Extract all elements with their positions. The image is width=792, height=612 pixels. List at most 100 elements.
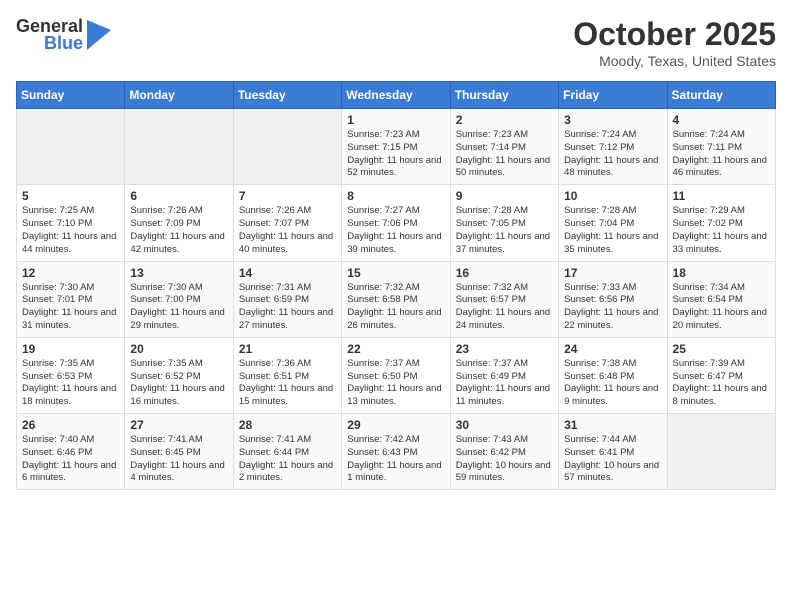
day-number: 3 xyxy=(564,113,661,127)
calendar-cell: 19 Sunrise: 7:35 AM Sunset: 6:53 PM Dayli… xyxy=(17,337,125,413)
calendar-cell: 20 Sunrise: 7:35 AM Sunset: 6:52 PM Dayli… xyxy=(125,337,233,413)
day-number: 26 xyxy=(22,418,119,432)
calendar-cell: 28 Sunrise: 7:41 AM Sunset: 6:44 PM Dayli… xyxy=(233,414,341,490)
day-info: Sunrise: 7:31 AM Sunset: 6:59 PM Dayligh… xyxy=(239,282,336,333)
day-number: 2 xyxy=(456,113,553,127)
calendar-cell: 7Sunrise: 7:26 AM Sunset: 7:07 PM Daylig… xyxy=(233,185,341,261)
calendar-cell: 1 Sunrise: 7:23 AM Sunset: 7:15 PM Daylig… xyxy=(342,109,450,185)
week-row-2: 5 Sunrise: 7:25 AM Sunset: 7:10 PM Daylig… xyxy=(17,185,776,261)
day-info: Sunrise: 7:26 AM Sunset: 7:09 PM Dayligh… xyxy=(130,205,227,256)
day-number: 15 xyxy=(347,266,444,280)
calendar-cell: 22 Sunrise: 7:37 AM Sunset: 6:50 PM Dayli… xyxy=(342,337,450,413)
day-number: 22 xyxy=(347,342,444,356)
day-number: 30 xyxy=(456,418,553,432)
day-info: Sunrise: 7:24 AM Sunset: 7:11 PM Dayligh… xyxy=(673,129,770,180)
day-info: Sunrise: 7:33 AM Sunset: 6:56 PM Dayligh… xyxy=(564,282,661,333)
calendar-cell: 23 Sunrise: 7:37 AM Sunset: 6:49 PM Dayli… xyxy=(450,337,558,413)
calendar-cell: 12 Sunrise: 7:30 AM Sunset: 7:01 PM Dayli… xyxy=(17,261,125,337)
calendar-cell: 14 Sunrise: 7:31 AM Sunset: 6:59 PM Dayli… xyxy=(233,261,341,337)
day-number: 16 xyxy=(456,266,553,280)
day-info: Sunrise: 7:23 AM Sunset: 7:15 PM Dayligh… xyxy=(347,129,444,180)
weekday-header-sunday: Sunday xyxy=(17,82,125,109)
weekday-header-row: SundayMondayTuesdayWednesdayThursdayFrid… xyxy=(17,82,776,109)
day-number: 28 xyxy=(239,418,336,432)
week-row-5: 26 Sunrise: 7:40 AM Sunset: 6:46 PM Dayli… xyxy=(17,414,776,490)
day-info: Sunrise: 7:37 AM Sunset: 6:49 PM Dayligh… xyxy=(456,358,553,409)
calendar-cell: 11 Sunrise: 7:29 AM Sunset: 7:02 PM Dayli… xyxy=(667,185,775,261)
calendar-cell: 27Sunrise: 7:41 AM Sunset: 6:45 PM Dayli… xyxy=(125,414,233,490)
day-number: 20 xyxy=(130,342,227,356)
day-number: 29 xyxy=(347,418,444,432)
calendar-cell: 13 Sunrise: 7:30 AM Sunset: 7:00 PM Dayli… xyxy=(125,261,233,337)
day-info: Sunrise: 7:34 AM Sunset: 6:54 PM Dayligh… xyxy=(673,282,770,333)
day-info: Sunrise: 7:38 AM Sunset: 6:48 PM Dayligh… xyxy=(564,358,661,409)
calendar-cell xyxy=(17,109,125,185)
day-info: Sunrise: 7:25 AM Sunset: 7:10 PM Dayligh… xyxy=(22,205,119,256)
day-number: 17 xyxy=(564,266,661,280)
day-number: 8 xyxy=(347,189,444,203)
day-number: 11 xyxy=(673,189,770,203)
calendar-cell xyxy=(125,109,233,185)
day-number: 6 xyxy=(130,189,227,203)
title-block: October 2025 Moody, Texas, United States xyxy=(573,16,776,69)
day-info: Sunrise: 7:41 AM Sunset: 6:44 PM Dayligh… xyxy=(239,434,336,485)
day-number: 25 xyxy=(673,342,770,356)
day-number: 1 xyxy=(347,113,444,127)
day-number: 13 xyxy=(130,266,227,280)
weekday-header-saturday: Saturday xyxy=(667,82,775,109)
day-info: Sunrise: 7:27 AM Sunset: 7:06 PM Dayligh… xyxy=(347,205,444,256)
day-number: 24 xyxy=(564,342,661,356)
week-row-3: 12 Sunrise: 7:30 AM Sunset: 7:01 PM Dayli… xyxy=(17,261,776,337)
day-info: Sunrise: 7:42 AM Sunset: 6:43 PM Dayligh… xyxy=(347,434,444,485)
day-number: 19 xyxy=(22,342,119,356)
weekday-header-wednesday: Wednesday xyxy=(342,82,450,109)
day-info: Sunrise: 7:26 AM Sunset: 7:07 PM Dayligh… xyxy=(239,205,336,256)
day-info: Sunrise: 7:39 AM Sunset: 6:47 PM Dayligh… xyxy=(673,358,770,409)
day-info: Sunrise: 7:32 AM Sunset: 6:58 PM Dayligh… xyxy=(347,282,444,333)
location-text: Moody, Texas, United States xyxy=(573,53,776,69)
week-row-4: 19 Sunrise: 7:35 AM Sunset: 6:53 PM Dayli… xyxy=(17,337,776,413)
day-info: Sunrise: 7:28 AM Sunset: 7:05 PM Dayligh… xyxy=(456,205,553,256)
calendar-cell: 3 Sunrise: 7:24 AM Sunset: 7:12 PM Daylig… xyxy=(559,109,667,185)
calendar-cell: 31 Sunrise: 7:44 AM Sunset: 6:41 PM Dayli… xyxy=(559,414,667,490)
logo: General Blue xyxy=(16,16,111,54)
day-info: Sunrise: 7:29 AM Sunset: 7:02 PM Dayligh… xyxy=(673,205,770,256)
day-info: Sunrise: 7:23 AM Sunset: 7:14 PM Dayligh… xyxy=(456,129,553,180)
calendar-cell: 8 Sunrise: 7:27 AM Sunset: 7:06 PM Daylig… xyxy=(342,185,450,261)
calendar-cell: 26 Sunrise: 7:40 AM Sunset: 6:46 PM Dayli… xyxy=(17,414,125,490)
day-info: Sunrise: 7:30 AM Sunset: 7:01 PM Dayligh… xyxy=(22,282,119,333)
calendar-cell: 15 Sunrise: 7:32 AM Sunset: 6:58 PM Dayli… xyxy=(342,261,450,337)
page-header: General Blue October 2025 Moody, Texas, … xyxy=(16,16,776,69)
calendar-cell xyxy=(233,109,341,185)
weekday-header-thursday: Thursday xyxy=(450,82,558,109)
day-info: Sunrise: 7:35 AM Sunset: 6:53 PM Dayligh… xyxy=(22,358,119,409)
calendar-cell: 29 Sunrise: 7:42 AM Sunset: 6:43 PM Dayli… xyxy=(342,414,450,490)
day-info: Sunrise: 7:44 AM Sunset: 6:41 PM Dayligh… xyxy=(564,434,661,485)
calendar-cell: 24 Sunrise: 7:38 AM Sunset: 6:48 PM Dayli… xyxy=(559,337,667,413)
day-info: Sunrise: 7:35 AM Sunset: 6:52 PM Dayligh… xyxy=(130,358,227,409)
calendar-cell: 2 Sunrise: 7:23 AM Sunset: 7:14 PM Daylig… xyxy=(450,109,558,185)
day-info: Sunrise: 7:40 AM Sunset: 6:46 PM Dayligh… xyxy=(22,434,119,485)
day-number: 27 xyxy=(130,418,227,432)
day-number: 14 xyxy=(239,266,336,280)
weekday-header-friday: Friday xyxy=(559,82,667,109)
day-info: Sunrise: 7:24 AM Sunset: 7:12 PM Dayligh… xyxy=(564,129,661,180)
day-info: Sunrise: 7:36 AM Sunset: 6:51 PM Dayligh… xyxy=(239,358,336,409)
logo-icon xyxy=(87,20,111,50)
month-title: October 2025 xyxy=(573,16,776,53)
day-number: 5 xyxy=(22,189,119,203)
day-info: Sunrise: 7:37 AM Sunset: 6:50 PM Dayligh… xyxy=(347,358,444,409)
calendar-cell: 21Sunrise: 7:36 AM Sunset: 6:51 PM Dayli… xyxy=(233,337,341,413)
calendar-cell: 4 Sunrise: 7:24 AM Sunset: 7:11 PM Daylig… xyxy=(667,109,775,185)
day-number: 12 xyxy=(22,266,119,280)
day-number: 4 xyxy=(673,113,770,127)
calendar-cell: 17 Sunrise: 7:33 AM Sunset: 6:56 PM Dayli… xyxy=(559,261,667,337)
calendar-table: SundayMondayTuesdayWednesdayThursdayFrid… xyxy=(16,81,776,490)
day-number: 31 xyxy=(564,418,661,432)
day-info: Sunrise: 7:30 AM Sunset: 7:00 PM Dayligh… xyxy=(130,282,227,333)
day-number: 10 xyxy=(564,189,661,203)
calendar-cell: 25 Sunrise: 7:39 AM Sunset: 6:47 PM Dayli… xyxy=(667,337,775,413)
weekday-header-tuesday: Tuesday xyxy=(233,82,341,109)
day-number: 23 xyxy=(456,342,553,356)
day-info: Sunrise: 7:43 AM Sunset: 6:42 PM Dayligh… xyxy=(456,434,553,485)
